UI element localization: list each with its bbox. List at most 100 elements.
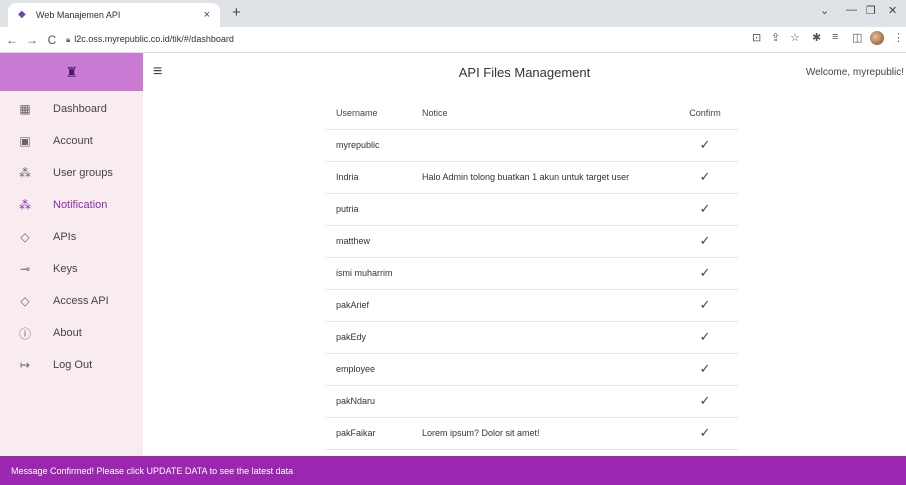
sidebar-item-access-api[interactable]: ◇ Access API: [0, 285, 143, 317]
confirm-check-icon[interactable]: ✓: [672, 321, 738, 354]
side-panel-icon[interactable]: ◫: [852, 31, 862, 44]
cell-username: pakFaikar: [325, 417, 422, 450]
forward-button[interactable]: →: [24, 33, 40, 47]
hamburger-icon[interactable]: ≡: [153, 63, 162, 81]
sidebar-item-account[interactable]: ▣ Account: [0, 125, 143, 157]
cell-notice: [422, 385, 672, 418]
snackbar: Message Confirmed! Please click UPDATE D…: [0, 456, 906, 485]
confirm-check-icon[interactable]: ✓: [672, 257, 738, 290]
people-icon: ⁂: [19, 198, 31, 212]
sidebar-item-label: Keys: [53, 263, 78, 275]
confirm-check-icon[interactable]: ✓: [672, 161, 738, 194]
app-root: ♜ ▦ Dashboard ▣ Account ⁂ User groups ⁂ Notific…: [0, 53, 906, 485]
cell-notice: [422, 353, 672, 386]
new-tab-button[interactable]: +: [232, 4, 241, 21]
welcome-message: Welcome, myrepublic!: [805, 66, 904, 78]
tab-close-icon[interactable]: ×: [204, 9, 210, 21]
table-row[interactable]: pakArief ✓: [325, 289, 738, 322]
confirm-check-icon[interactable]: ✓: [672, 129, 738, 162]
cell-username: putria: [325, 193, 422, 226]
table-row[interactable]: Indria Halo Admin tolong buatkan 1 akun u…: [325, 161, 738, 194]
logout-icon: ↦: [19, 358, 31, 372]
dashboard-icon: ▦: [19, 102, 31, 116]
cell-notice: Halo Admin tolong buatkan 1 akun untuk t…: [422, 161, 672, 194]
install-app-icon[interactable]: ⊡: [752, 31, 761, 44]
cell-username: pakEdy: [325, 321, 422, 354]
tab-title: Web Manajemen API: [36, 10, 121, 20]
sidebar: ♜ ▦ Dashboard ▣ Account ⁂ User groups ⁂ Notific…: [0, 53, 143, 456]
top-bar: ≡ API Files Management Welcome, myrepubl…: [143, 53, 906, 91]
confirm-check-icon[interactable]: ✓: [672, 225, 738, 258]
cell-notice: [422, 193, 672, 226]
browser-tab[interactable]: ◆ Web Manajemen API ×: [8, 3, 220, 27]
sidebar-item-dashboard[interactable]: ▦ Dashboard: [0, 93, 143, 125]
site-favicon-icon: ◆: [18, 9, 26, 20]
confirm-check-icon[interactable]: ✓: [672, 193, 738, 226]
table-row[interactable]: pakFaikar Lorem ipsum? Dolor sit amet! ✓: [325, 417, 738, 450]
column-header-notice: Notice: [422, 97, 672, 130]
cell-username: matthew: [325, 225, 422, 258]
sidebar-item-log-out[interactable]: ↦ Log Out: [0, 349, 143, 381]
settings-ethernet-icon: ◇: [20, 294, 30, 308]
close-window-icon[interactable]: ✕: [888, 4, 897, 17]
table-row[interactable]: pakNdaru ✓: [325, 385, 738, 418]
back-button[interactable]: ←: [4, 33, 20, 47]
tab-search-icon[interactable]: ⌄: [820, 4, 829, 17]
browser-menu-icon[interactable]: ⋮: [893, 31, 904, 44]
lock-icon: 🔒︎: [66, 35, 71, 44]
reading-list-icon[interactable]: ≡: [832, 31, 838, 43]
table-row[interactable]: pakEdy ✓: [325, 321, 738, 354]
cell-notice: [422, 129, 672, 162]
settings-ethernet-icon: ◇: [20, 230, 30, 244]
cell-username: pakArief: [325, 289, 422, 322]
snackbar-message: Message Confirmed! Please click UPDATE D…: [11, 465, 294, 476]
account-box-icon: ▣: [19, 134, 31, 148]
main-content: Username Notice Confirm myrepublic ✓ Indri…: [143, 91, 906, 456]
key-icon: ⊸: [19, 262, 31, 276]
table-row[interactable]: myrepublic ✓: [325, 129, 738, 162]
sidebar-item-label: Access API: [53, 295, 109, 307]
sidebar-nav: ▦ Dashboard ▣ Account ⁂ User groups ⁂ Notificat…: [0, 91, 143, 381]
sidebar-item-label: User groups: [53, 167, 113, 179]
table-header-row: Username Notice Confirm: [325, 97, 738, 130]
sidebar-item-label: Dashboard: [53, 103, 107, 115]
page-title: API Files Management: [458, 64, 591, 80]
sidebar-item-user-groups[interactable]: ⁂ User groups: [0, 157, 143, 189]
table-row[interactable]: ismi muharrim ✓: [325, 257, 738, 290]
table-row[interactable]: putria ✓: [325, 193, 738, 226]
browser-tabstrip: ◆ Web Manajemen API × + ⌄ — ❐ ✕: [0, 0, 906, 27]
sidebar-item-keys[interactable]: ⊸ Keys: [0, 253, 143, 285]
column-header-username: Username: [325, 97, 422, 130]
table-row[interactable]: matthew ✓: [325, 225, 738, 258]
cell-notice: Lorem ipsum? Dolor sit amet!: [422, 417, 672, 450]
reload-button[interactable]: C: [44, 33, 60, 47]
cell-notice: [422, 289, 672, 322]
table-row[interactable]: employee ✓: [325, 353, 738, 386]
extensions-icon[interactable]: ✱: [812, 31, 821, 44]
minimize-icon[interactable]: —: [846, 4, 857, 16]
confirm-check-icon[interactable]: ✓: [672, 353, 738, 386]
address-bar[interactable]: 🔒︎ l2c.oss.myrepublic.co.id/tik/#/dashboa…: [66, 34, 234, 45]
cell-username: Indria: [325, 161, 422, 194]
users-outline-icon: ⁂: [19, 166, 31, 180]
cell-username: employee: [325, 353, 422, 386]
bookmark-star-icon[interactable]: ☆: [790, 31, 800, 44]
url-text: l2c.oss.myrepublic.co.id/tik/#/dashboard: [74, 34, 234, 44]
sidebar-item-label: Account: [53, 135, 93, 147]
share-icon[interactable]: ⇪: [771, 31, 780, 44]
cell-username: pakNdaru: [325, 385, 422, 418]
cell-notice: [422, 225, 672, 258]
confirm-check-icon[interactable]: ✓: [672, 385, 738, 418]
sidebar-item-label: Log Out: [53, 359, 93, 371]
notification-table: Username Notice Confirm myrepublic ✓ Indri…: [325, 97, 738, 450]
sidebar-item-apis[interactable]: ◇ APIs: [0, 221, 143, 253]
sidebar-item-about[interactable]: ⓘ About: [0, 317, 143, 349]
sidebar-item-notification[interactable]: ⁂ Notification: [0, 189, 143, 221]
restore-icon[interactable]: ❐: [866, 4, 876, 17]
sidebar-header: ♜: [0, 53, 143, 91]
sidebar-item-label: Notification: [53, 199, 108, 211]
profile-avatar[interactable]: [870, 31, 884, 45]
sidebar-item-label: About: [53, 327, 82, 339]
confirm-check-icon[interactable]: ✓: [672, 417, 738, 450]
confirm-check-icon[interactable]: ✓: [672, 289, 738, 322]
